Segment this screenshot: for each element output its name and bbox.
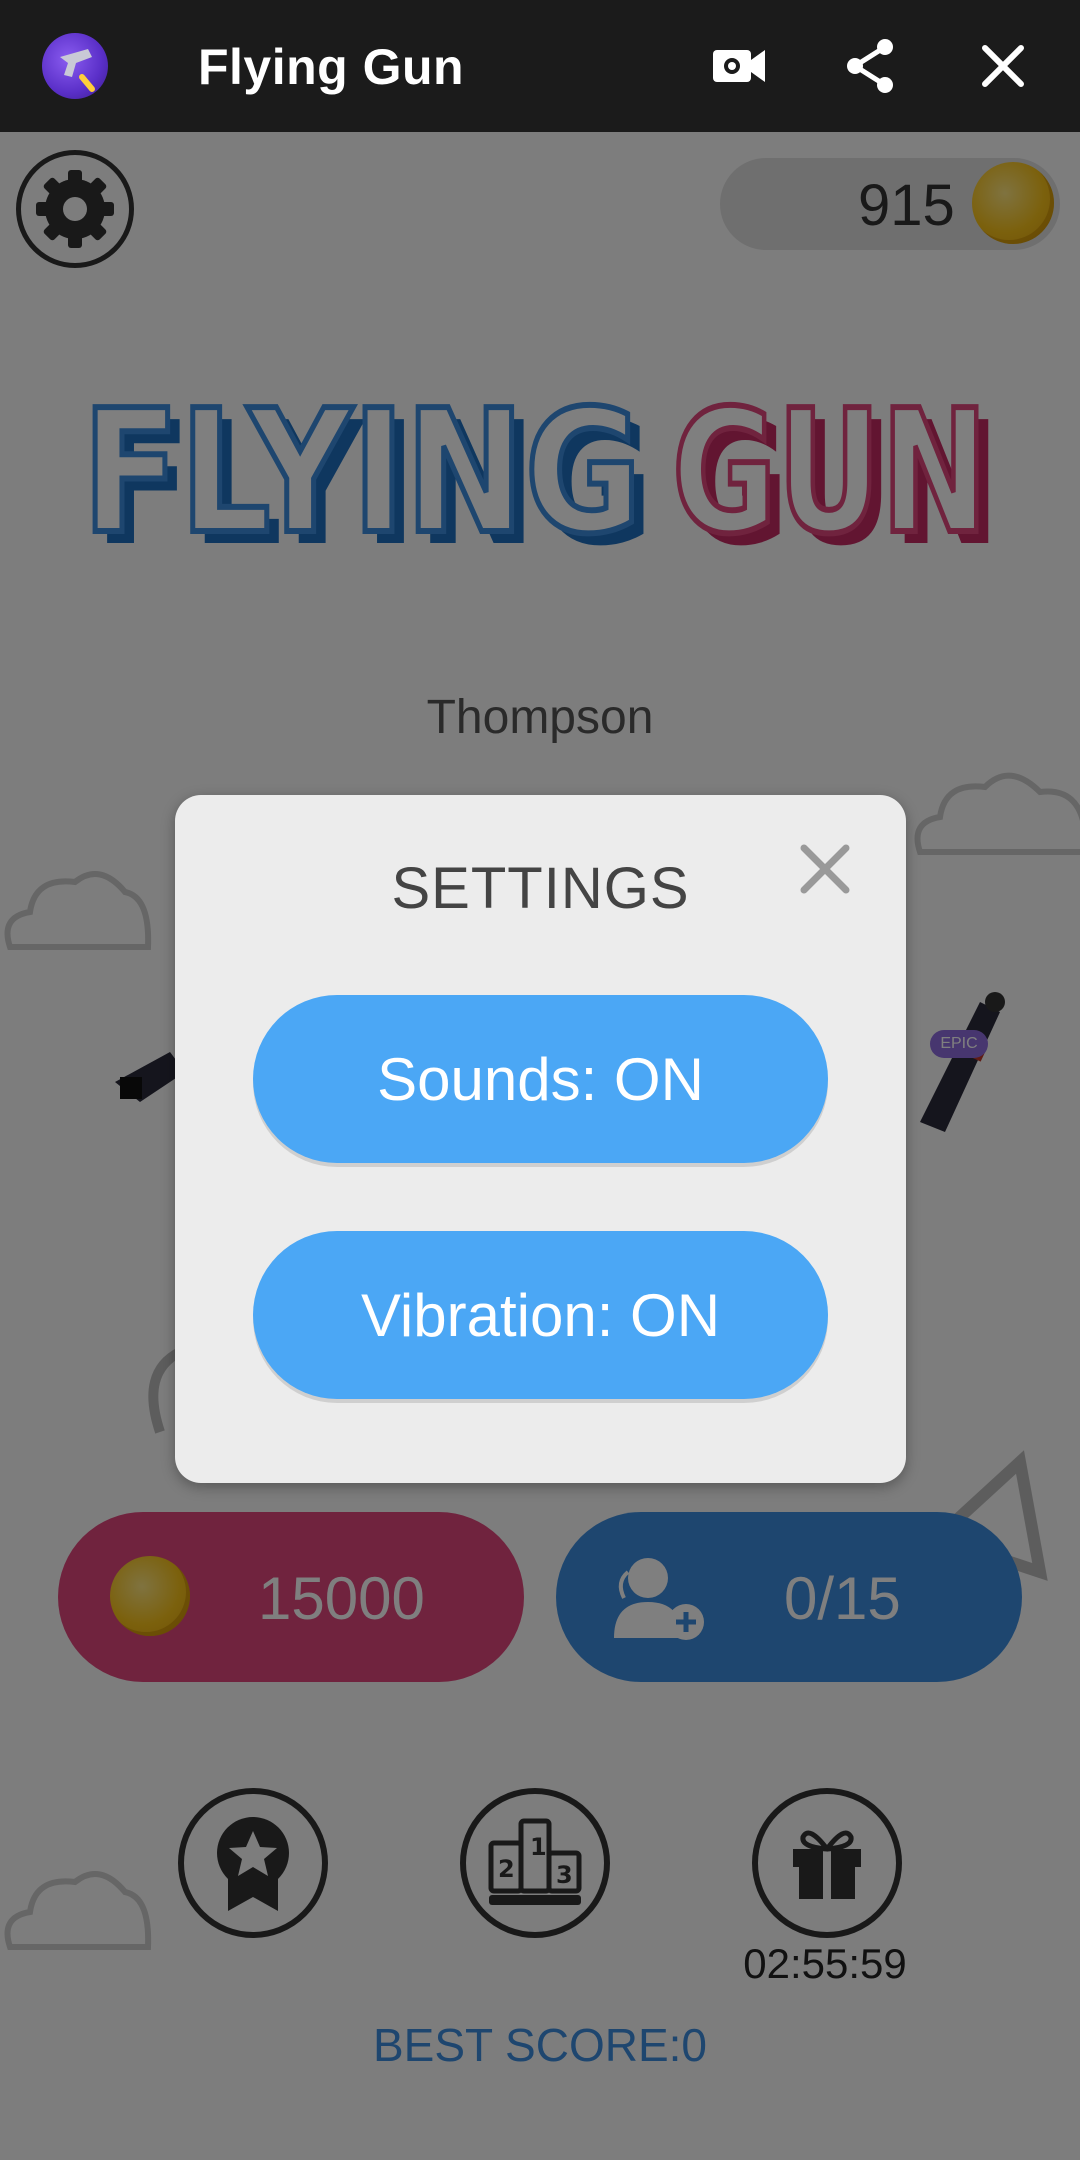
close-icon bbox=[800, 844, 850, 894]
settings-close-button[interactable] bbox=[795, 839, 855, 899]
vibration-toggle-button[interactable]: Vibration: ON bbox=[253, 1231, 828, 1399]
record-video-button[interactable] bbox=[707, 34, 771, 98]
sounds-toggle-button[interactable]: Sounds: ON bbox=[253, 995, 828, 1163]
app-top-bar: Flying Gun bbox=[0, 0, 1080, 132]
share-icon bbox=[847, 39, 893, 93]
close-app-button[interactable] bbox=[971, 34, 1035, 98]
share-button[interactable] bbox=[838, 34, 902, 98]
close-icon bbox=[982, 45, 1024, 87]
app-title: Flying Gun bbox=[198, 39, 465, 95]
settings-dialog: SETTINGS Sounds: ON Vibration: ON bbox=[175, 795, 906, 1483]
app-icon bbox=[42, 33, 108, 99]
video-icon bbox=[713, 50, 765, 82]
